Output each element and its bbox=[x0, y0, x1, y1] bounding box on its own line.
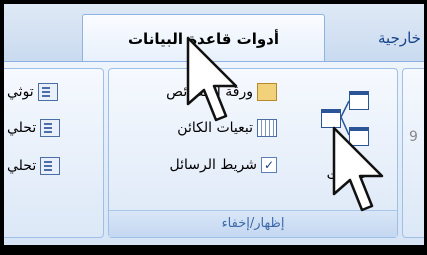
mouse-cursor-icon bbox=[332, 126, 384, 212]
analyze-table-icon bbox=[40, 157, 61, 175]
property-sheet-icon bbox=[257, 83, 277, 101]
partial-label: 9 bbox=[409, 129, 418, 145]
documenter-label: توثي bbox=[7, 84, 34, 100]
access-window: أدوات قاعدة البيانات ات خارجية 9 علاقات … bbox=[4, 4, 424, 245]
analyze-icon bbox=[40, 119, 61, 137]
message-bar-checkbox[interactable]: ✓ bbox=[261, 157, 277, 173]
object-dependencies-icon bbox=[257, 119, 277, 137]
analyze-table-label: تحلي bbox=[7, 158, 37, 174]
group-analyze: توثي تحلي تحلي bbox=[4, 68, 104, 238]
group-partial-right: 9 bbox=[402, 68, 424, 238]
analyze-table-button[interactable]: تحلي bbox=[7, 157, 61, 175]
tab-external-data[interactable]: ات خارجية bbox=[334, 14, 424, 62]
documenter-icon bbox=[37, 83, 58, 101]
analyze-performance-label: تحلي bbox=[7, 120, 37, 136]
mouse-cursor-icon bbox=[186, 36, 238, 122]
documenter-button[interactable]: توثي bbox=[7, 83, 58, 101]
analyze-performance-button[interactable]: تحلي bbox=[7, 119, 61, 137]
message-bar-label: شريط الرسائل bbox=[169, 157, 257, 173]
message-bar-toggle[interactable]: ✓ شريط الرسائل bbox=[170, 157, 277, 173]
